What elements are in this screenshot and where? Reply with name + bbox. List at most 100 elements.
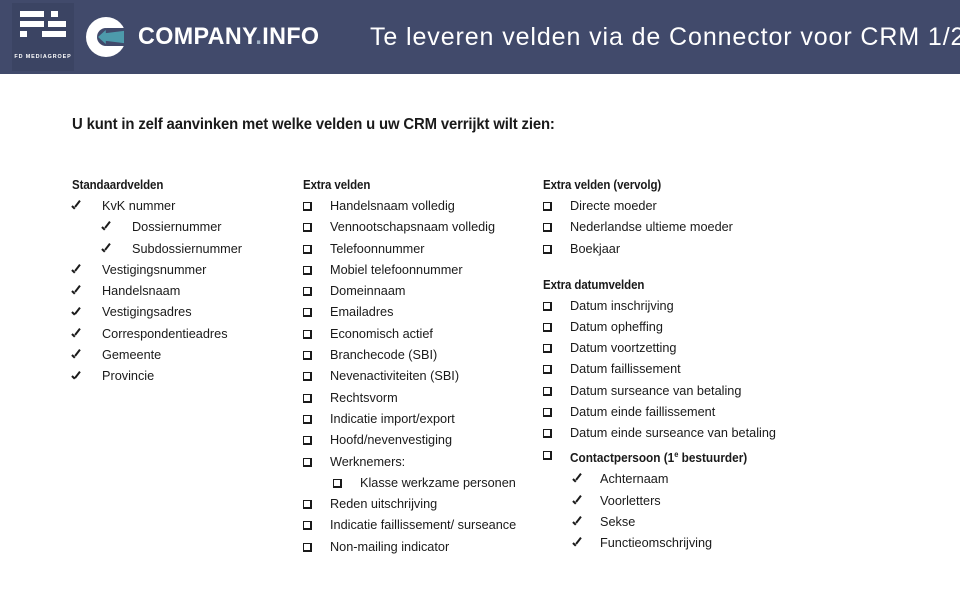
checkbox-icon[interactable] — [543, 405, 565, 419]
checkbox-icon[interactable] — [303, 369, 325, 383]
list-item-label: Subdossiernummer — [132, 241, 243, 256]
list-item[interactable]: Domeinnaam — [303, 284, 538, 298]
column-heading-3: Extra velden (vervolg) — [543, 178, 662, 192]
checkbox-icon[interactable] — [543, 362, 565, 376]
list-item: Correspondentieadres — [72, 327, 302, 341]
list-item[interactable]: Indicatie import/export — [303, 412, 538, 426]
column-heading-3b: Extra datumvelden — [543, 277, 645, 292]
checkmark-icon — [573, 494, 595, 508]
list-item-label: Nevenactiviteiten (SBI) — [330, 369, 460, 384]
checkbox-icon[interactable] — [303, 412, 325, 426]
checkbox-icon[interactable] — [543, 341, 565, 355]
checkmark-icon — [72, 327, 94, 341]
checkbox-icon[interactable] — [303, 455, 325, 469]
list-item[interactable]: Mobiel telefoonnummer — [303, 263, 538, 277]
list-item[interactable]: Werknemers: — [303, 455, 538, 469]
list-item[interactable]: Directe moeder — [543, 199, 793, 213]
checkbox-icon[interactable] — [303, 433, 325, 447]
list-item-label: Provincie — [102, 369, 155, 384]
checkmark-icon — [573, 536, 595, 550]
checkbox-icon[interactable] — [303, 305, 325, 319]
checkbox-icon[interactable] — [543, 320, 565, 334]
checkbox-icon[interactable] — [543, 242, 565, 256]
list-item: Vestigingsnummer — [72, 263, 302, 277]
company-info-c-icon — [86, 17, 127, 57]
list-item-label: Branchecode (SBI) — [330, 348, 438, 363]
list-item-label: Domeinnaam — [330, 284, 406, 299]
list-item-label: Reden uitschrijving — [330, 497, 438, 512]
list-item[interactable]: Datum surseance van betaling — [543, 384, 793, 398]
checkbox-icon[interactable] — [303, 497, 325, 511]
list-item-label: Dossiernummer — [132, 220, 222, 235]
list-item: Handelsnaam — [72, 284, 302, 298]
checkmark-icon — [72, 284, 94, 298]
list-standaardvelden: KvK nummer Dossiernummer Subdossiernummer V… — [72, 199, 302, 383]
list-item[interactable]: Datum voortzetting — [543, 341, 793, 355]
list-item-label: Economisch actief — [330, 326, 433, 341]
list-item[interactable]: Non-mailing indicator — [303, 540, 538, 554]
list-item-label: Indicatie import/export — [330, 411, 455, 426]
checkbox-icon[interactable] — [543, 384, 565, 398]
list-item[interactable]: Klasse werkzame personen — [333, 476, 538, 490]
brand-name: COMPANY — [138, 23, 256, 50]
list-item[interactable]: Economisch actief — [303, 327, 538, 341]
checkbox-icon[interactable] — [303, 348, 325, 362]
list-item[interactable]: Datum einde faillissement — [543, 405, 793, 419]
checkmark-icon — [102, 220, 124, 234]
checkbox-icon[interactable] — [543, 199, 565, 213]
list-item[interactable]: Reden uitschrijving — [303, 497, 538, 511]
list-item-label: Functieomschrijving — [600, 536, 713, 551]
list-item-label: Mobiel telefoonnummer — [330, 262, 463, 277]
list-item[interactable]: Vennootschapsnaam volledig — [303, 220, 538, 234]
checkbox-icon[interactable] — [543, 220, 565, 234]
list-item[interactable]: Datum faillissement — [543, 362, 793, 376]
list-item[interactable]: Branchecode (SBI) — [303, 348, 538, 362]
company-info-wordmark: COMPANY.INFO — [138, 23, 319, 51]
checkmark-icon — [573, 515, 595, 529]
checkbox-icon[interactable] — [303, 391, 325, 405]
list-item: KvK nummer — [72, 199, 302, 213]
checkbox-icon[interactable] — [303, 199, 325, 213]
checkbox-icon[interactable] — [303, 242, 325, 256]
list-item[interactable]: Hoofd/nevenvestiging — [303, 433, 538, 447]
company-info-logo: COMPANY.INFO — [86, 17, 325, 57]
checkbox-icon[interactable] — [543, 299, 565, 313]
list-extra-velden-vervolg: Directe moeder Nederlandse ultieme moeder… — [543, 199, 793, 256]
list-item[interactable]: Telefoonnummer — [303, 242, 538, 256]
list-item[interactable]: Emailadres — [303, 305, 538, 319]
checkbox-icon[interactable] — [543, 448, 565, 462]
checkbox-icon[interactable] — [333, 476, 355, 490]
list-item-label: Handelsnaam volledig — [330, 199, 455, 213]
list-item-label: Sekse — [600, 514, 636, 529]
list-item[interactable]: Indicatie faillissement/ surseance — [303, 518, 538, 532]
checkbox-icon[interactable] — [303, 327, 325, 341]
list-item[interactable]: Handelsnaam volledig — [303, 199, 538, 213]
list-item-label: Datum opheffing — [570, 319, 663, 334]
list-item[interactable]: Nederlandse ultieme moeder — [543, 220, 793, 234]
list-item[interactable]: Boekjaar — [543, 242, 793, 256]
checkbox-icon[interactable] — [303, 518, 325, 532]
list-item[interactable]: Nevenactiviteiten (SBI) — [303, 369, 538, 383]
list-item[interactable]: Datum einde surseance van betaling — [543, 426, 793, 440]
list-item-label: Gemeente — [102, 348, 162, 363]
superscript: e — [674, 449, 679, 459]
checkbox-icon[interactable] — [543, 426, 565, 440]
list-item[interactable]: Contactpersoon (1e bestuurder) — [543, 448, 793, 465]
list-item-label: Datum voortzetting — [570, 341, 677, 356]
list-item[interactable]: Datum opheffing — [543, 320, 793, 334]
list-item-label: Nederlandse ultieme moeder — [570, 220, 733, 235]
checkbox-icon[interactable] — [303, 540, 325, 554]
list-item-label: Non-mailing indicator — [330, 539, 450, 554]
list-item[interactable]: Datum inschrijving — [543, 299, 793, 313]
checkbox-icon[interactable] — [303, 284, 325, 298]
checkmark-icon — [72, 348, 94, 362]
column-heading-1: Standaardvelden — [72, 178, 164, 192]
checkmark-icon — [72, 369, 94, 383]
checkmark-icon — [72, 263, 94, 277]
checkbox-icon[interactable] — [303, 263, 325, 277]
list-item-label: Vestigingsnummer — [102, 262, 207, 277]
list-item: Vestigingsadres — [72, 305, 302, 319]
checkmark-icon — [72, 199, 94, 213]
list-item[interactable]: Rechtsvorm — [303, 391, 538, 405]
checkbox-icon[interactable] — [303, 220, 325, 234]
